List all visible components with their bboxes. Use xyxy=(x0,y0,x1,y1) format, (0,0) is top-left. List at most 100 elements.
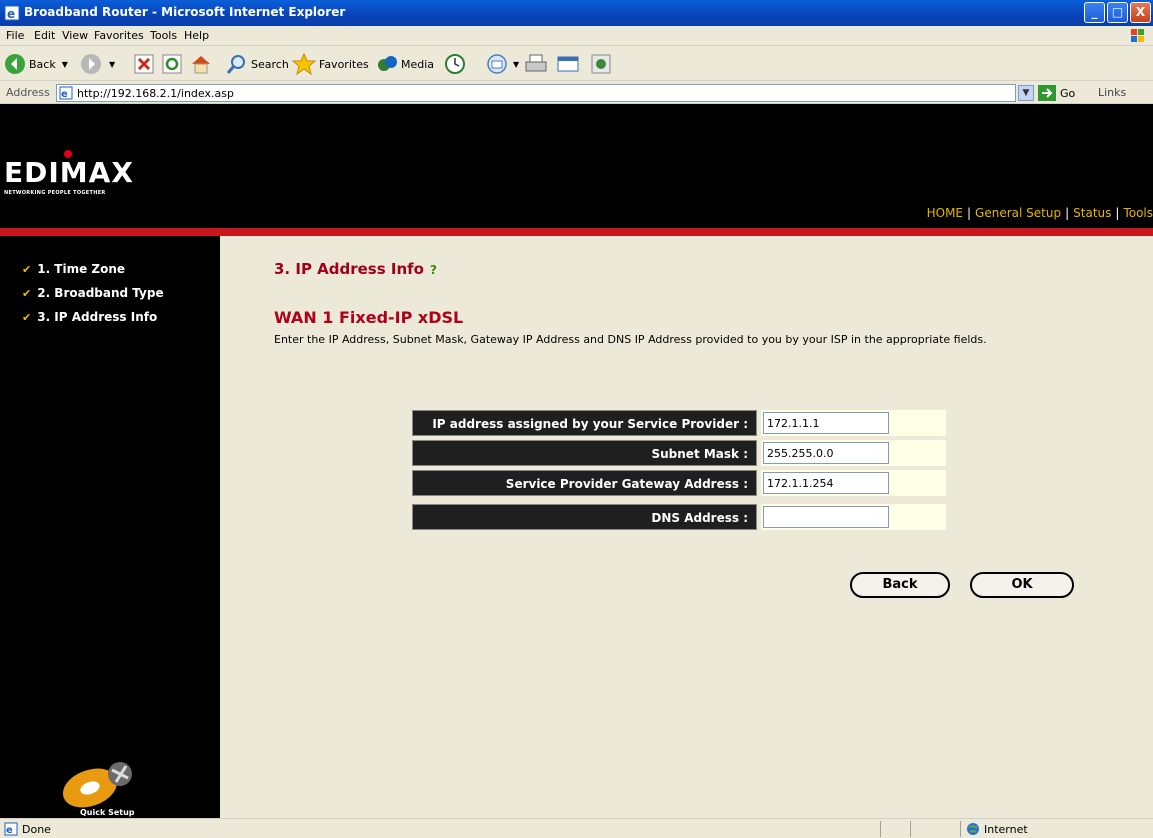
edit-button[interactable] xyxy=(556,52,583,76)
minimize-button[interactable]: _ xyxy=(1084,2,1105,23)
gateway-cell xyxy=(761,470,946,496)
forward-arrow-icon xyxy=(81,54,101,74)
dns-input[interactable] xyxy=(763,506,889,528)
mail-icon xyxy=(487,54,507,74)
toolbar: Back ▼ ▼ Search Favorites Media ▼ xyxy=(0,47,1153,81)
menu-tools[interactable]: Tools xyxy=(150,29,177,42)
nav-separator: | xyxy=(1065,206,1070,220)
internet-globe-icon xyxy=(967,823,979,835)
sidebar-item-label: 2. Broadband Type xyxy=(37,286,164,300)
links-label[interactable]: Links xyxy=(1098,86,1126,99)
stop-button[interactable] xyxy=(134,52,157,76)
ip-address-input[interactable] xyxy=(763,412,889,434)
forward-dropdown-icon: ▼ xyxy=(109,59,116,69)
go-button[interactable]: Go xyxy=(1038,85,1075,101)
gateway-label: Service Provider Gateway Address : xyxy=(412,470,757,496)
back-button[interactable]: Back ▼ xyxy=(4,52,68,76)
menu-bar: File Edit View Favorites Tools Help xyxy=(0,26,1153,46)
subnet-mask-label: Subnet Mask : xyxy=(412,440,757,466)
forward-button[interactable]: ▼ xyxy=(80,52,115,76)
home-button[interactable] xyxy=(190,52,215,76)
subnet-mask-row: Subnet Mask : xyxy=(412,440,946,466)
history-icon xyxy=(445,54,465,74)
dns-cell xyxy=(761,504,946,530)
wan-mode-title: WAN 1 Fixed-IP xDSL xyxy=(274,308,464,327)
media-label: Media xyxy=(401,57,435,71)
favorites-label: Favorites xyxy=(319,57,369,71)
window-title: Broadband Router - Microsoft Internet Ex… xyxy=(24,5,346,19)
dns-label: DNS Address : xyxy=(412,504,757,530)
nav-separator: | xyxy=(1115,206,1120,220)
windows-logo-icon xyxy=(1131,29,1144,42)
status-divider xyxy=(960,821,961,837)
nav-home[interactable]: HOME xyxy=(927,206,963,220)
back-dropdown-icon: ▼ xyxy=(61,59,68,69)
status-divider xyxy=(910,821,911,837)
status-text: Done xyxy=(22,822,51,836)
search-button[interactable]: Search xyxy=(226,52,289,76)
svg-text:e: e xyxy=(7,7,15,21)
page-done-icon: e xyxy=(4,822,18,836)
close-button[interactable]: X xyxy=(1130,2,1151,23)
messenger-button[interactable] xyxy=(590,52,615,76)
favorites-button[interactable]: Favorites xyxy=(292,52,369,76)
menu-edit[interactable]: Edit xyxy=(34,29,55,42)
home-icon xyxy=(192,56,210,74)
gateway-input[interactable] xyxy=(763,472,889,494)
nav-status[interactable]: Status xyxy=(1073,206,1111,220)
nav-general-setup[interactable]: General Setup xyxy=(975,206,1061,220)
print-button[interactable] xyxy=(524,52,551,76)
check-icon: ✔ xyxy=(22,310,32,324)
svg-text:e: e xyxy=(6,825,13,836)
maximize-button[interactable]: □ xyxy=(1107,2,1128,23)
back-setup-button[interactable]: Back xyxy=(850,572,950,598)
subnet-mask-input[interactable] xyxy=(763,442,889,464)
security-zone: Internet xyxy=(966,822,1028,836)
address-url: http://192.168.2.1/index.asp xyxy=(77,87,234,100)
sidebar-item-ip-address-info[interactable]: ✔ 3. IP Address Info xyxy=(22,310,157,324)
ip-address-label: IP address assigned by your Service Prov… xyxy=(412,410,757,436)
go-arrow-icon xyxy=(1038,85,1056,101)
history-button[interactable] xyxy=(444,52,469,76)
stop-icon xyxy=(134,54,154,74)
subnet-mask-cell xyxy=(761,440,946,466)
address-bar: Address e http://192.168.2.1/index.asp ▼… xyxy=(0,82,1153,104)
header-divider xyxy=(0,228,1153,236)
status-bar: e Done Internet xyxy=(0,818,1153,838)
edimax-logo: EDIMAX xyxy=(4,156,134,189)
go-label: Go xyxy=(1060,86,1076,100)
page-title: 3. IP Address Info? xyxy=(274,260,437,278)
menu-favorites[interactable]: Favorites xyxy=(94,29,144,42)
ip-address-cell xyxy=(761,410,946,436)
ie-icon: e xyxy=(4,5,20,21)
refresh-button[interactable] xyxy=(162,52,185,76)
menu-help[interactable]: Help xyxy=(184,29,209,42)
ip-address-row: IP address assigned by your Service Prov… xyxy=(412,410,946,436)
page-icon: e xyxy=(59,86,73,100)
mail-button[interactable]: ▼ xyxy=(486,52,519,76)
menu-view[interactable]: View xyxy=(62,29,88,42)
ok-button[interactable]: OK xyxy=(970,572,1074,598)
menu-file[interactable]: File xyxy=(6,29,24,42)
favorites-star-icon xyxy=(292,53,316,75)
sidebar-item-time-zone[interactable]: ✔ 1. Time Zone xyxy=(22,262,125,276)
print-icon xyxy=(525,54,547,72)
check-icon: ✔ xyxy=(22,286,32,300)
refresh-icon xyxy=(162,54,182,74)
media-button[interactable]: Media xyxy=(376,52,434,76)
router-header: EDIMAX NETWORKING PEOPLE TOGETHER HOME | G… xyxy=(0,104,1153,228)
search-icon xyxy=(226,55,245,74)
top-nav: HOME | General Setup | Status | Tools xyxy=(927,206,1153,220)
sidebar-item-label: 3. IP Address Info xyxy=(37,310,158,324)
nav-tools[interactable]: Tools xyxy=(1123,206,1153,220)
check-icon: ✔ xyxy=(22,262,32,276)
address-dropdown-icon[interactable]: ▼ xyxy=(1018,85,1034,101)
back-arrow-icon xyxy=(5,54,25,74)
logo-tagline: NETWORKING PEOPLE TOGETHER xyxy=(4,190,106,196)
address-input[interactable]: e http://192.168.2.1/index.asp xyxy=(56,84,1016,102)
nav-separator: | xyxy=(967,206,972,220)
help-icon[interactable]: ? xyxy=(430,263,437,277)
sidebar-item-label: 1. Time Zone xyxy=(37,262,126,276)
sidebar-item-broadband-type[interactable]: ✔ 2. Broadband Type xyxy=(22,286,164,300)
sidebar: ✔ 1. Time Zone ✔ 2. Broadband Type ✔ 3. IP … xyxy=(0,236,220,818)
